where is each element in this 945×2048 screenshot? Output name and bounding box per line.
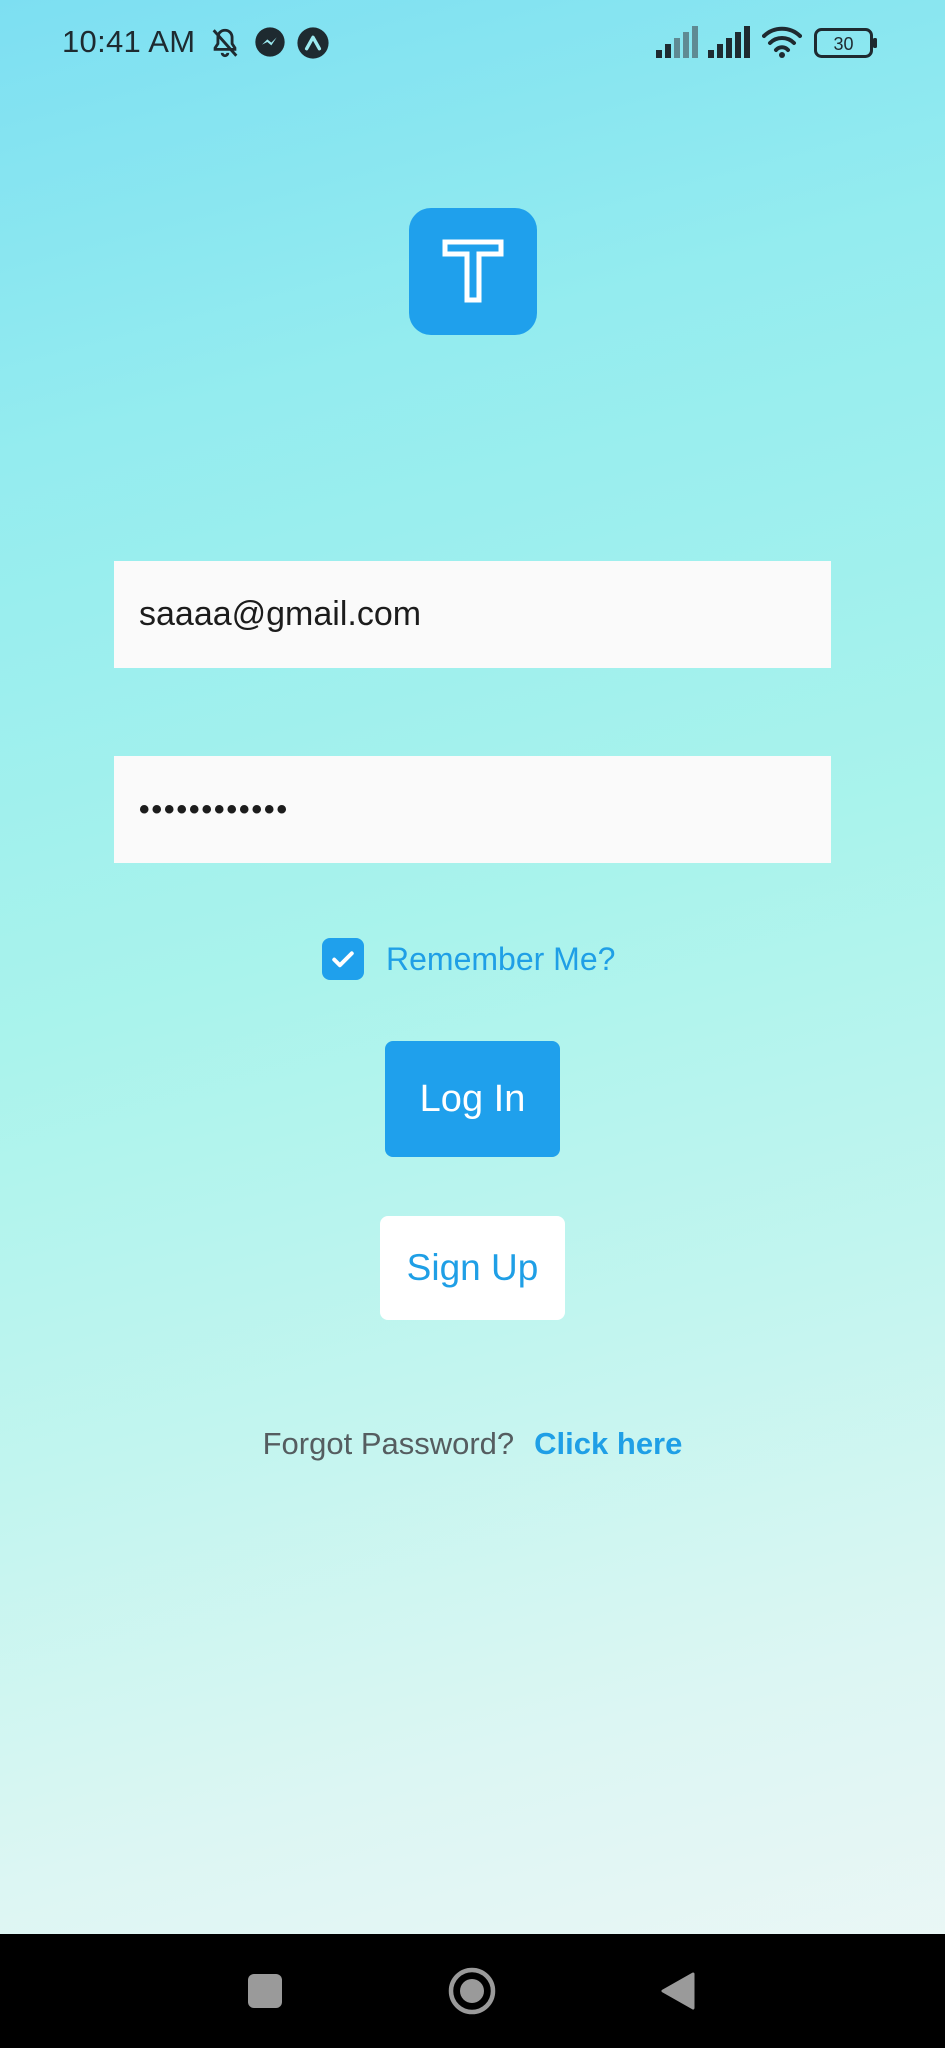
wifi-icon <box>762 24 802 63</box>
home-button[interactable] <box>436 1934 508 2048</box>
app-logo-t-icon <box>442 239 504 303</box>
app-logo <box>409 208 537 335</box>
checkmark-icon <box>332 951 354 968</box>
signal-icon <box>656 26 700 63</box>
signup-button-label: Sign Up <box>406 1247 539 1288</box>
bell-off-icon <box>208 26 242 65</box>
email-field[interactable]: saaaa@gmail.com <box>114 561 831 668</box>
password-field[interactable]: •••••••••••• <box>114 756 831 863</box>
battery-icon: 30 <box>814 28 878 63</box>
remember-me-label[interactable]: Remember Me? <box>386 941 615 978</box>
login-button-label: Log In <box>419 1077 526 1120</box>
forgot-password-text: Forgot Password? <box>262 1426 515 1461</box>
email-value: saaaa@gmail.com <box>139 595 422 633</box>
password-value: •••••••••••• <box>139 792 290 826</box>
signal-icon <box>708 26 752 63</box>
navigation-bar <box>0 1934 945 2048</box>
home-icon <box>448 1967 496 2015</box>
messenger-icon <box>254 26 286 63</box>
app-notification-icon <box>296 26 330 65</box>
recents-button[interactable] <box>230 1934 300 2048</box>
recents-icon <box>248 1974 282 2008</box>
forgot-password-link[interactable]: Click here <box>534 1426 682 1462</box>
back-button[interactable] <box>642 1934 714 2048</box>
forgot-password-row: Forgot Password? Click here <box>0 1426 945 1462</box>
remember-me-row[interactable]: Remember Me? <box>322 937 615 981</box>
battery-level: 30 <box>833 34 853 54</box>
login-button[interactable]: Log In <box>385 1041 560 1157</box>
status-time: 10:41 AM <box>62 24 196 59</box>
signup-button[interactable]: Sign Up <box>380 1216 565 1320</box>
remember-me-checkbox[interactable] <box>322 938 364 980</box>
back-icon <box>661 1972 695 2010</box>
status-bar: 10:41 AM 30 <box>0 0 945 86</box>
login-screen: 10:41 AM 30 saaaa@gmail.com ••••••••••••… <box>0 0 945 2048</box>
